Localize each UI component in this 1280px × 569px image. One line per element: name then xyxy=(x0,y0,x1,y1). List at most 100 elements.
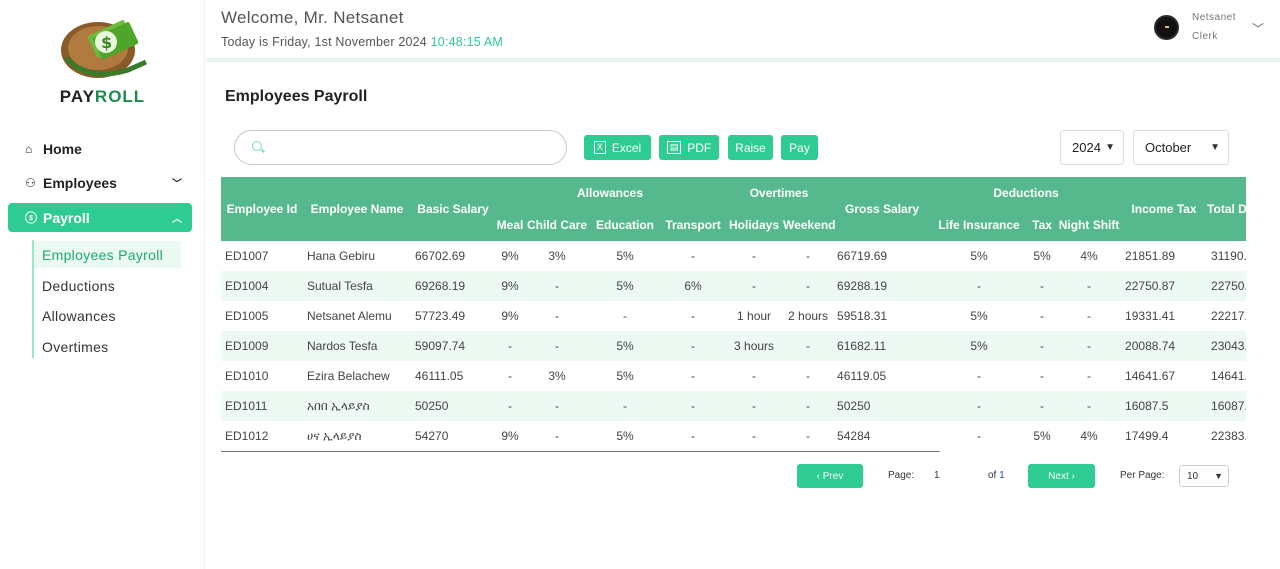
pay-button[interactable]: Pay xyxy=(781,135,818,160)
table-row[interactable]: ED1010 Ezira Belachew 46111.05 - 3% 5% - - - 4611… xyxy=(221,361,1246,391)
per-page-select[interactable]: 10 ▼ xyxy=(1179,465,1229,487)
table-cell: Hana Gebiru xyxy=(307,249,376,263)
sidebar-subitem-deductions[interactable]: Deductions xyxy=(34,272,181,299)
col-header-night-shift[interactable]: Night Shift xyxy=(1057,209,1122,241)
table-row[interactable]: ED1011 አበበ ኢላይያስ 50250- - - - - -50250- - -16087.… xyxy=(221,391,1246,421)
per-page-label: Per Page: xyxy=(1120,470,1165,481)
col-header-life-insurance[interactable]: Life Insurance xyxy=(931,209,1028,241)
col-header-meal[interactable]: Meal xyxy=(495,209,525,241)
table-cell: 54284 xyxy=(837,429,871,443)
sidebar-item-payroll[interactable]: ⓢ Payroll ︿ xyxy=(8,203,192,232)
table-cell: - xyxy=(508,369,512,383)
table-cell: 46119.05 xyxy=(837,369,887,383)
table-cell: - xyxy=(783,271,834,301)
table-cell: - xyxy=(725,271,784,301)
table-row[interactable]: ED1009 Nardos Tesfa 59097.74- -5% -3 hours -6… xyxy=(221,331,1246,361)
table-cell: 22217.58 xyxy=(1211,309,1246,323)
chevron-down-icon: ﹀ xyxy=(172,179,182,190)
avatar[interactable] xyxy=(1154,15,1179,40)
table-cell: 31190.27 xyxy=(1211,249,1246,263)
table-cell: 59097.74 xyxy=(411,331,495,361)
table-cell: - xyxy=(783,331,834,361)
table-cell: - xyxy=(555,429,559,443)
table-cell: - xyxy=(661,331,726,361)
sidebar-item-employees[interactable]: ⚇ Employees ﹀ xyxy=(8,168,192,197)
col-header-child-care[interactable]: Child Care xyxy=(525,209,589,241)
col-header-education[interactable]: Education xyxy=(589,209,661,241)
col-header-transport[interactable]: Transport xyxy=(661,209,726,241)
table-cell: Netsanet Alemu xyxy=(307,309,392,323)
table-cell: 23043.63 xyxy=(1207,331,1246,361)
table-cell: 9% xyxy=(501,309,519,323)
table-cell: Ezira Belachew xyxy=(307,369,390,383)
year-select[interactable]: 2024 ▼ xyxy=(1060,130,1124,165)
col-header-tax[interactable]: Tax xyxy=(1027,209,1058,241)
sidebar-subitem-allowances[interactable]: Allowances xyxy=(34,302,181,329)
total-pages-link[interactable]: 1 xyxy=(999,470,1005,481)
table-cell: 22750.87 xyxy=(1121,271,1208,301)
table-cell: አበበ ኢላይያስ xyxy=(303,391,411,421)
chevron-down-icon[interactable]: ﹀ xyxy=(1252,20,1264,37)
month-select[interactable]: October ▼ xyxy=(1133,130,1229,165)
table-cell: - xyxy=(589,391,661,421)
of-text: of xyxy=(988,470,997,481)
next-page-button[interactable]: Next › xyxy=(1028,464,1095,488)
table-cell: - xyxy=(725,391,784,421)
prev-page-button[interactable]: ‹ Prev xyxy=(797,464,863,488)
table-cell: - xyxy=(623,309,627,323)
col-header-employee-name[interactable]: Employee Name xyxy=(303,177,411,241)
sidebar: $ PAYROLL ⌂ Home ⚇ Employees ﹀ ⓢ Payroll… xyxy=(0,0,205,569)
table-cell: - xyxy=(691,429,696,443)
table-cell: 9% xyxy=(495,271,525,301)
table-cell: 5% xyxy=(931,331,1028,361)
sidebar-item-home[interactable]: ⌂ Home xyxy=(8,134,192,163)
table-cell: - xyxy=(691,249,696,263)
table-row[interactable]: ED1005 Netsanet Alemu 57723.49 9% - - - 1 hour 2… xyxy=(221,301,1246,331)
payroll-table-container[interactable]: Employee Id Employee Name Basic Salary A… xyxy=(221,177,1246,453)
table-cell: 14641.67 xyxy=(1211,369,1246,383)
table-cell: Sutual Tesfa xyxy=(303,271,411,301)
page-number: 1 xyxy=(934,470,940,481)
table-row[interactable]: ED1004 Sutual Tesfa 69268.19 9% -5% 6% - -69288… xyxy=(221,271,1246,301)
col-group-overtimes: Overtimes xyxy=(725,177,834,209)
year-value: 2024 xyxy=(1072,140,1101,155)
export-pdf-button[interactable]: ▤ PDF xyxy=(659,135,719,160)
table-cell: 9% xyxy=(501,429,519,443)
table-cell: ED1010 xyxy=(225,369,269,383)
col-header-basic-salary[interactable]: Basic Salary xyxy=(411,177,495,241)
search-box[interactable] xyxy=(234,130,567,165)
col-header-weekend[interactable]: Weekend xyxy=(783,209,836,241)
table-cell: - xyxy=(1057,331,1122,361)
table-cell: - xyxy=(525,271,589,301)
col-header-total-deductions[interactable]: Total De xyxy=(1207,177,1246,241)
table-cell: 5% xyxy=(970,309,988,323)
col-header-employee-id[interactable]: Employee Id xyxy=(221,177,303,241)
raise-button[interactable]: Raise xyxy=(728,135,773,160)
table-cell: - xyxy=(752,429,757,443)
table-cell: ED1011 xyxy=(221,391,303,421)
search-input[interactable] xyxy=(271,137,551,159)
table-cell: 21851.89 xyxy=(1125,249,1176,263)
sidebar-subitem-overtimes[interactable]: Overtimes xyxy=(34,333,181,360)
col-header-holidays[interactable]: Holidays xyxy=(725,209,784,241)
table-cell: 5% xyxy=(616,249,634,263)
table-cell: - xyxy=(1040,309,1045,323)
table-cell: 17499.4 xyxy=(1125,429,1169,443)
table-cell: 4% xyxy=(1080,249,1098,263)
table-row[interactable]: ED1012 ሀና ኢላይያስ 54270 9% - 5% - - - 54284 - 5% 4% 174… xyxy=(221,421,1246,451)
table-cell: 5% xyxy=(589,331,661,361)
table-cell: 1 hour xyxy=(737,309,772,323)
table-row[interactable]: ED1007 Hana Gebiru 66702.69 9% 3% 5% - - - 66719.… xyxy=(221,241,1246,271)
table-cell: 2 hours xyxy=(788,309,829,323)
col-header-gross-salary[interactable]: Gross Salary xyxy=(833,177,932,241)
sidebar-subitem-employees-payroll[interactable]: Employees Payroll xyxy=(34,241,181,268)
export-excel-button[interactable]: X Excel xyxy=(584,135,651,160)
table-cell: 5% xyxy=(589,271,661,301)
table-cell: 66719.69 xyxy=(837,249,888,263)
table-cell: 66702.69 xyxy=(415,249,466,263)
table-cell: - xyxy=(691,309,696,323)
svg-text:$: $ xyxy=(101,33,112,52)
page-label: Page: xyxy=(888,470,915,481)
app-root: $ PAYROLL ⌂ Home ⚇ Employees ﹀ ⓢ Payroll… xyxy=(0,0,1280,569)
col-header-income-tax[interactable]: Income Tax xyxy=(1121,177,1208,241)
